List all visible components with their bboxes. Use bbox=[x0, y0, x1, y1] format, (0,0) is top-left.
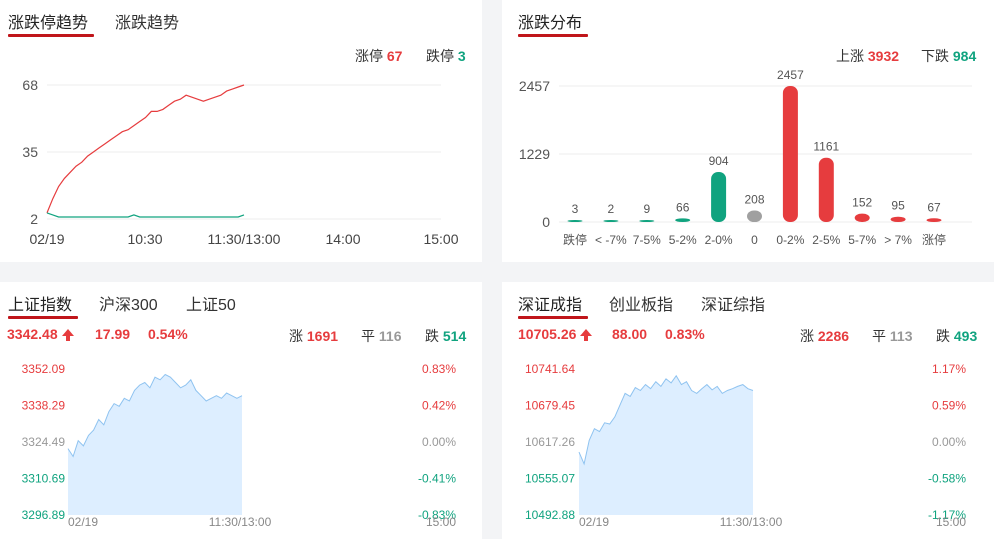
x-tick-label: < -7% bbox=[595, 233, 627, 247]
bar bbox=[818, 157, 834, 222]
bar-value-label: 904 bbox=[709, 154, 729, 168]
y-tick-label-left: 10617.26 bbox=[525, 435, 575, 449]
bar bbox=[567, 220, 583, 222]
x-tick-label: 11:30/13:00 bbox=[208, 231, 281, 247]
limit-trend-chart: 68 35 2 02/19 10:30 11:30/13:00 14:00 15:00 bbox=[22, 77, 458, 247]
x-tick-label: 02/19 bbox=[29, 231, 64, 247]
x-tick-label: 15:00 bbox=[426, 515, 456, 529]
bar-value-label: 66 bbox=[676, 200, 690, 214]
y-tick-label-left: 3310.69 bbox=[22, 472, 66, 486]
x-tick-label: 14:00 bbox=[325, 231, 360, 247]
sz-index-chart: 10741.64 1.17% 10679.45 0.59% 10617.26 0.00% 1… bbox=[525, 362, 966, 529]
bar-value-label: 2 bbox=[608, 202, 615, 216]
y-tick-label: 0 bbox=[542, 214, 550, 230]
y-tick-label: 35 bbox=[22, 144, 38, 160]
y-tick-label-right: -0.58% bbox=[928, 472, 966, 486]
y-tick-label: 68 bbox=[22, 77, 38, 93]
bar-value-label: 1161 bbox=[813, 140, 839, 154]
x-tick-label: 2-0% bbox=[705, 233, 733, 247]
y-tick-label-right: 0.59% bbox=[932, 399, 966, 413]
y-tick-label-right: 0.42% bbox=[422, 399, 456, 413]
x-tick-label: 7-5% bbox=[633, 233, 661, 247]
x-tick-label: 15:00 bbox=[936, 515, 966, 529]
x-tick-label: 10:30 bbox=[127, 231, 162, 247]
bar bbox=[675, 218, 691, 222]
distribution-panel: 涨跌分布 上涨 3932 下跌 984 2457 1229 0 3 跌停 2 < -7% 9 7… bbox=[502, 0, 994, 262]
bar bbox=[854, 213, 870, 222]
distribution-chart: 2457 1229 0 3 跌停 2 < -7% 9 7-5% 66 5-2% 904 2-0% 208 0… bbox=[519, 68, 972, 247]
y-tick-label-right: 0.83% bbox=[422, 362, 456, 376]
sh-index-panel: 上证指数 沪深300 上证50 3342.48 17.99 0.54% 涨 16… bbox=[0, 282, 482, 539]
sz-index-panel: 深证成指 创业板指 深证综指 10705.26 88.00 0.83% 涨 22… bbox=[502, 282, 994, 539]
x-tick-label: 02/19 bbox=[579, 515, 609, 529]
bar bbox=[890, 216, 906, 222]
bar-value-label: 9 bbox=[643, 202, 650, 216]
bar bbox=[782, 86, 798, 222]
y-tick-label-right: 0.00% bbox=[932, 435, 966, 449]
bar bbox=[711, 171, 727, 222]
y-tick-label-left: 3352.09 bbox=[22, 362, 66, 376]
x-tick-label: 5-7% bbox=[848, 233, 876, 247]
x-tick-label: 5-2% bbox=[669, 233, 697, 247]
sh-index-chart: 3352.09 0.83% 3338.29 0.42% 3324.49 0.00% 3310… bbox=[22, 362, 457, 529]
bar-value-label: 95 bbox=[891, 199, 905, 213]
bar bbox=[747, 210, 762, 222]
y-tick-label-left: 3324.49 bbox=[22, 435, 66, 449]
x-tick-label: 0 bbox=[751, 233, 758, 247]
y-tick-label-left: 10555.07 bbox=[525, 472, 575, 486]
y-tick-label: 2 bbox=[30, 211, 38, 227]
x-tick-label: 15:00 bbox=[423, 231, 458, 247]
bar-value-label: 67 bbox=[927, 200, 941, 214]
limit-down-series-line bbox=[46, 212, 245, 218]
y-tick-label-right: 1.17% bbox=[932, 362, 966, 376]
x-tick-label: 11:30/13:00 bbox=[209, 515, 272, 529]
y-tick-label: 1229 bbox=[519, 146, 550, 162]
bar-value-label: 152 bbox=[852, 196, 872, 210]
y-tick-label-left: 3296.89 bbox=[22, 508, 66, 522]
x-tick-label: 涨停 bbox=[922, 232, 946, 247]
x-tick-label: 2-5% bbox=[812, 233, 840, 247]
bar bbox=[603, 220, 619, 222]
index-area bbox=[579, 375, 753, 515]
y-tick-label-left: 10679.45 bbox=[525, 399, 575, 413]
limit-up-series-line bbox=[46, 84, 245, 214]
x-tick-label: > 7% bbox=[884, 233, 912, 247]
bar bbox=[926, 218, 942, 222]
y-tick-label-right: 0.00% bbox=[422, 435, 456, 449]
bar-value-label: 2457 bbox=[777, 68, 804, 82]
bar bbox=[639, 220, 655, 222]
x-tick-label: 11:30/13:00 bbox=[720, 515, 783, 529]
bar-value-label: 3 bbox=[572, 202, 579, 216]
x-tick-label: 跌停 bbox=[563, 232, 587, 247]
y-tick-label-left: 3338.29 bbox=[22, 399, 66, 413]
y-tick-label-left: 10741.64 bbox=[525, 362, 575, 376]
x-tick-label: 02/19 bbox=[68, 515, 98, 529]
x-tick-label: 0-2% bbox=[776, 233, 804, 247]
y-tick-label-right: -0.41% bbox=[418, 472, 456, 486]
y-tick-label: 2457 bbox=[519, 78, 550, 94]
limit-trend-panel: 涨跌停趋势 涨跌趋势 涨停 67 跌停 3 68 35 2 02/19 10:30 11:… bbox=[0, 0, 482, 262]
bar-value-label: 208 bbox=[744, 192, 764, 206]
y-tick-label-left: 10492.88 bbox=[525, 508, 575, 522]
